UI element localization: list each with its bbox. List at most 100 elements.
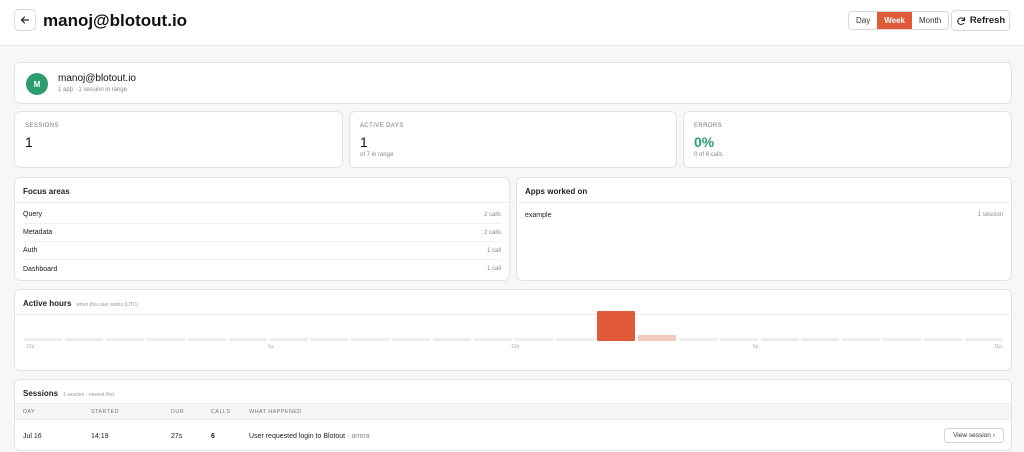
- hour-bar: [515, 338, 553, 341]
- column-header: DUR: [171, 409, 185, 415]
- hour-bar: [392, 338, 431, 341]
- stat-label: SESSIONS: [25, 123, 59, 129]
- tick-label: 11p: [994, 344, 1002, 350]
- hour-bar: [883, 338, 922, 341]
- session-who: · armra: [347, 433, 370, 440]
- hour-bar: [105, 338, 144, 341]
- stat-value: 1: [25, 134, 33, 150]
- active-hours-chart: 12a 6a 12p 6p 11p: [23, 311, 1005, 358]
- focus-area-name: Metadata: [23, 229, 53, 236]
- session-calls: 6: [211, 433, 215, 440]
- range-week-button[interactable]: Week: [877, 12, 912, 29]
- active-hours-panel: Active hours when this user works (UTC) 1…: [14, 289, 1012, 371]
- panel-title: Sessions 1 session · newest first: [23, 389, 114, 398]
- sessions-panel: Sessions 1 session · newest first DAY STA…: [14, 379, 1012, 451]
- stat-sub: of 7 in range: [360, 152, 394, 158]
- hour-bar: [678, 338, 717, 341]
- refresh-icon: [957, 16, 965, 25]
- divider: [15, 314, 1011, 315]
- hour-bar: [64, 338, 103, 341]
- hour-bar: [351, 338, 390, 341]
- column-header: CALLS: [211, 409, 231, 415]
- stat-card-sessions: SESSIONS 1: [14, 111, 343, 168]
- range-selector: Day Week Month: [848, 11, 950, 30]
- table-header: DAY STARTED DUR CALLS WHAT HAPPENED: [15, 403, 1011, 420]
- stat-value: 0%: [694, 134, 715, 150]
- refresh-label: Refresh: [969, 15, 1006, 26]
- hour-bar: [187, 338, 226, 341]
- column-header: STARTED: [91, 409, 119, 415]
- stat-label: ACTIVE DAYS: [360, 123, 404, 129]
- panel-title: Apps worked on: [525, 187, 588, 196]
- sessions-title: Sessions: [23, 389, 59, 398]
- focus-area-name: Dashboard: [23, 265, 58, 273]
- panel-title: Focus areas: [23, 187, 70, 196]
- hour-bar: [801, 338, 840, 341]
- stat-sub: 0 of 6 calls: [694, 152, 723, 158]
- column-header: DAY: [23, 409, 36, 415]
- hour-bar: [637, 335, 676, 341]
- arrow-left-icon: [20, 16, 30, 24]
- hour-bar: [146, 338, 185, 341]
- list-item: Dashboard 1 call: [23, 260, 501, 278]
- hour-bar: [228, 338, 267, 341]
- hour-bar: [760, 338, 799, 341]
- tick-label: 12a: [26, 344, 35, 350]
- focus-area-count: 2 calls: [483, 229, 501, 236]
- session-summary: User requested login to Blotout · armra: [249, 433, 370, 440]
- hour-bar: [965, 338, 1004, 341]
- user-name: manoj@blotout.io: [58, 73, 136, 84]
- user-summary: 1 app · 1 session in range: [58, 87, 128, 93]
- hour-bar: [555, 338, 594, 341]
- hour-bar: [24, 338, 62, 341]
- list-item: example 1 session: [525, 206, 1003, 224]
- hour-bar: [924, 338, 963, 341]
- list-item: Query 2 calls: [23, 206, 501, 224]
- focus-area-name: Query: [23, 211, 43, 218]
- panel-title: Active hours when this user works (UTC): [23, 299, 138, 308]
- divider: [15, 202, 509, 203]
- hour-bar: [596, 311, 635, 341]
- hour-bar: [842, 338, 881, 341]
- session-day: Jul 16: [23, 433, 42, 440]
- range-month-button[interactable]: Month: [912, 12, 948, 29]
- focus-area-count: 1 call: [486, 266, 501, 272]
- list-item: Metadata 2 calls: [23, 224, 501, 242]
- session-duration: 27s: [171, 433, 183, 440]
- app-count: 1 session: [977, 212, 1003, 218]
- refresh-button[interactable]: Refresh: [951, 10, 1010, 31]
- page-title: manoj@blotout.io: [43, 11, 188, 30]
- stat-value: 1: [360, 134, 368, 150]
- apps-panel: Apps worked on example 1 session: [516, 177, 1012, 281]
- active-hours-subtitle: when this user works (UTC): [76, 302, 139, 308]
- focus-area-name: Auth: [23, 247, 38, 254]
- hour-bar: [310, 338, 349, 341]
- session-started: 14:19: [91, 433, 109, 440]
- hour-bar: [433, 338, 472, 341]
- stat-card-errors: ERRORS 0% 0 of 6 calls: [683, 111, 1012, 168]
- tick-label: 6a: [268, 344, 274, 350]
- tick-label: 6p: [753, 344, 759, 350]
- range-day-button[interactable]: Day: [849, 12, 877, 29]
- back-button[interactable]: [14, 9, 36, 31]
- session-what: User requested login to Blotout: [249, 433, 346, 440]
- hour-bar: [719, 338, 758, 341]
- focus-areas-panel: Focus areas Query 2 calls Metadata 2 cal…: [14, 177, 510, 281]
- sessions-subtitle: 1 session · newest first: [63, 392, 114, 398]
- focus-area-count: 2 calls: [483, 211, 501, 218]
- list-item: Auth 1 call: [23, 242, 501, 260]
- stat-label: ERRORS: [694, 123, 723, 129]
- view-session-button[interactable]: View session ›: [944, 428, 1004, 443]
- divider: [517, 202, 1011, 203]
- hour-bar: [269, 338, 308, 341]
- tick-label: 12p: [511, 344, 520, 350]
- column-header: WHAT HAPPENED: [249, 409, 302, 415]
- app-name: example: [525, 211, 552, 219]
- avatar: M: [26, 73, 48, 95]
- active-hours-title: Active hours: [23, 299, 72, 308]
- user-card: M manoj@blotout.io 1 app · 1 session in …: [14, 62, 1012, 104]
- top-bar: manoj@blotout.io Day Week Month Refresh: [0, 0, 1024, 46]
- hour-bar: [474, 338, 513, 341]
- focus-area-count: 1 call: [486, 247, 501, 254]
- stat-card-active-days: ACTIVE DAYS 1 of 7 in range: [349, 111, 677, 168]
